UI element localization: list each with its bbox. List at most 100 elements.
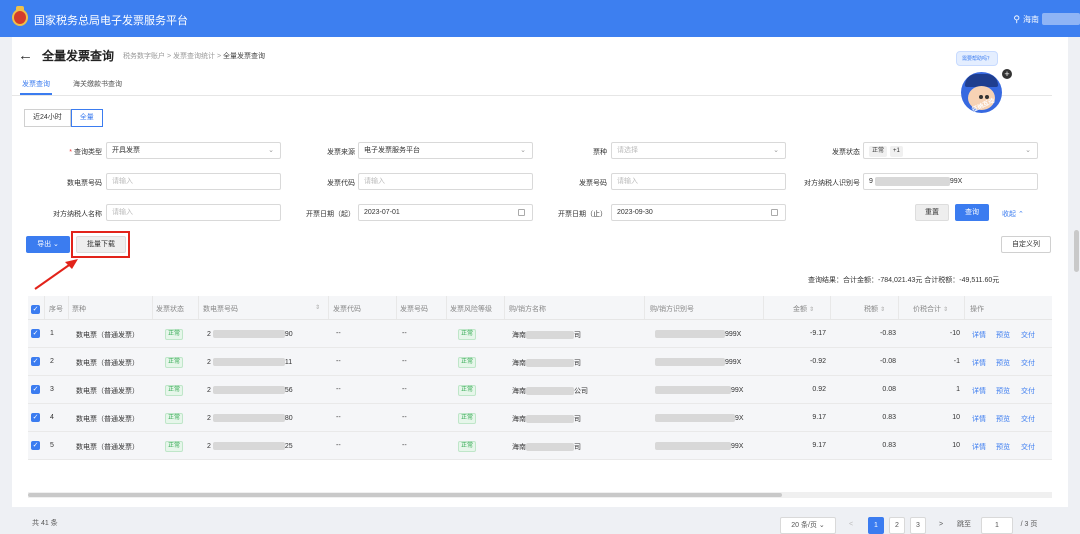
deliver-link[interactable]: 交付 (1021, 330, 1035, 340)
code-input[interactable]: 请输入 (358, 173, 533, 190)
plus-icon[interactable]: + (1002, 69, 1012, 79)
date-end-label: 开票日期（止） (558, 211, 607, 218)
row-checkbox[interactable]: ✓ (31, 385, 40, 394)
prev-page-icon[interactable]: < (844, 517, 858, 534)
counter-name-input[interactable]: 请输入 (106, 204, 281, 221)
cell-total: -10 (949, 330, 960, 337)
ticket-kind-select[interactable]: 请选择 ⌄ (611, 142, 786, 159)
main-card: ← 全量发票查询 税务数字账户 > 发票查询统计 > 全量发票查询 发票查询 海… (12, 37, 1068, 534)
th-total[interactable]: 价税合计 ⇕ (913, 304, 948, 314)
row-checkbox[interactable]: ✓ (31, 413, 40, 422)
page-2-button[interactable]: 2 (889, 517, 905, 534)
calendar-icon (771, 209, 778, 216)
breadcrumb-item[interactable]: 税务数字账户 (123, 53, 165, 60)
status-select[interactable]: 正常 +1 ⌄ (863, 142, 1038, 159)
source-label: 发票来源 (327, 149, 355, 156)
details-link[interactable]: 详情 (972, 330, 986, 340)
deliver-link[interactable]: 交付 (1021, 442, 1035, 452)
time-range-toggle: 近24小时 全量 (24, 109, 103, 127)
cell-no: 2 (50, 358, 54, 365)
number-input[interactable]: 请输入 (611, 173, 786, 190)
page-3-button[interactable]: 3 (910, 517, 926, 534)
page-title: 全量发票查询 (42, 49, 115, 63)
cell-e-number: 2 25 (207, 442, 293, 450)
preview-link[interactable]: 预览 (996, 386, 1010, 396)
th-no: 序号 (49, 306, 63, 313)
page-size-select[interactable]: 20 条/页 ⌄ (780, 517, 836, 534)
cell-name: 海南司 (512, 415, 581, 424)
horizontal-scrollbar[interactable] (28, 492, 1052, 498)
cell-no: 4 (50, 414, 54, 421)
details-link[interactable]: 详情 (972, 386, 986, 396)
breadcrumb-item[interactable]: 发票查询统计 (173, 53, 215, 60)
table-row[interactable]: ✓ 4 数电票（普通发票） 正常 2 80 -- -- 正常 海南司 9X 9.… (28, 404, 1052, 432)
select-all-checkbox[interactable]: ✓ (31, 305, 40, 314)
custom-columns-button[interactable]: 自定义列 (1001, 236, 1051, 253)
sort-icon[interactable]: ⇕ (313, 304, 320, 311)
status-badge: 正常 (165, 441, 184, 452)
chevron-up-icon: ⌃ (1017, 211, 1024, 218)
th-tax[interactable]: 税额 ⇕ (864, 304, 885, 314)
next-page-icon[interactable]: > (934, 517, 948, 534)
user-menu[interactable]: ⚲ 海南 (1013, 13, 1080, 25)
preview-link[interactable]: 预览 (996, 330, 1010, 340)
row-checkbox[interactable]: ✓ (31, 441, 40, 450)
table-row[interactable]: ✓ 5 数电票（普通发票） 正常 2 25 -- -- 正常 海南司 99X 9… (28, 432, 1052, 460)
cell-amount: -9.17 (810, 330, 826, 337)
row-checkbox[interactable]: ✓ (31, 329, 40, 338)
details-link[interactable]: 详情 (972, 358, 986, 368)
range-24h-button[interactable]: 近24小时 (24, 109, 71, 127)
tab-invoice-query[interactable]: 发票查询 (20, 79, 52, 95)
table-row[interactable]: ✓ 3 数电票（普通发票） 正常 2 56 -- -- 正常 海南 公司 99X … (28, 376, 1052, 404)
counter-tax-id-label: 对方纳税人识别号 (804, 180, 860, 187)
cell-code: -- (336, 330, 341, 337)
details-link[interactable]: 详情 (972, 414, 986, 424)
chevron-down-icon: ⌄ (1025, 147, 1031, 154)
vertical-scrollbar[interactable] (1074, 230, 1079, 272)
cell-total: 10 (952, 442, 960, 449)
preview-link[interactable]: 预览 (996, 358, 1010, 368)
back-arrow-icon[interactable]: ← (18, 48, 33, 63)
cell-tax-id: 99X (655, 442, 743, 450)
cell-name: 海南司 (512, 359, 581, 368)
counter-tax-id-input[interactable]: 9 99X (863, 173, 1038, 190)
cell-amount: 9.17 (812, 414, 826, 421)
tab-customs-query[interactable]: 海关缴款书查询 (73, 79, 122, 89)
number-label: 发票号码 (579, 180, 607, 187)
cell-number: -- (402, 414, 407, 421)
th-code: 发票代码 (333, 306, 361, 313)
sort-icon: ⇕ (809, 307, 815, 313)
help-bubble[interactable]: 需要帮助吗？ (956, 51, 999, 66)
collapse-link[interactable]: 收起 ⌃ (1002, 209, 1024, 219)
query-button[interactable]: 查询 (955, 204, 989, 221)
th-kind: 票种 (72, 306, 86, 313)
date-start-label: 开票日期（起） (306, 211, 355, 218)
reset-button[interactable]: 重置 (915, 204, 949, 221)
details-link[interactable]: 详情 (972, 442, 986, 452)
goto-page-input[interactable]: 1 (981, 517, 1013, 534)
deliver-link[interactable]: 交付 (1021, 414, 1035, 424)
date-start-picker[interactable]: 2023-07-01 (358, 204, 533, 221)
date-end-picker[interactable]: 2023-09-30 (611, 204, 786, 221)
cell-tax-id: 999X (655, 358, 741, 366)
cell-tax: 0.83 (882, 442, 896, 449)
table-row[interactable]: ✓ 2 数电票（普通发票） 正常 2 11 -- -- 正常 海南司 999X … (28, 348, 1052, 376)
query-type-select[interactable]: 开具发票 ⌄ (106, 142, 281, 159)
th-e-number[interactable]: 数电票号码 (203, 304, 238, 314)
export-button[interactable]: 导出 ⌄ (26, 236, 70, 253)
cell-code: -- (336, 386, 341, 393)
preview-link[interactable]: 预览 (996, 414, 1010, 424)
annotation-arrow-icon (34, 259, 78, 290)
cell-code: -- (336, 358, 341, 365)
source-select[interactable]: 电子发票服务平台 ⌄ (358, 142, 533, 159)
help-mascot[interactable]: 需要帮助吗？ 征纳互动 + (948, 49, 1020, 137)
page-1-button[interactable]: 1 (868, 517, 884, 534)
row-checkbox[interactable]: ✓ (31, 357, 40, 366)
e-number-input[interactable]: 请输入 (106, 173, 281, 190)
preview-link[interactable]: 预览 (996, 442, 1010, 452)
range-all-button[interactable]: 全量 (70, 109, 103, 127)
deliver-link[interactable]: 交付 (1021, 386, 1035, 396)
deliver-link[interactable]: 交付 (1021, 358, 1035, 368)
table-row[interactable]: ✓ 1 数电票（普通发票） 正常 2 90 -- -- 正常 海南司 999X … (28, 320, 1052, 348)
th-amount[interactable]: 金额 ⇕ (793, 304, 814, 314)
